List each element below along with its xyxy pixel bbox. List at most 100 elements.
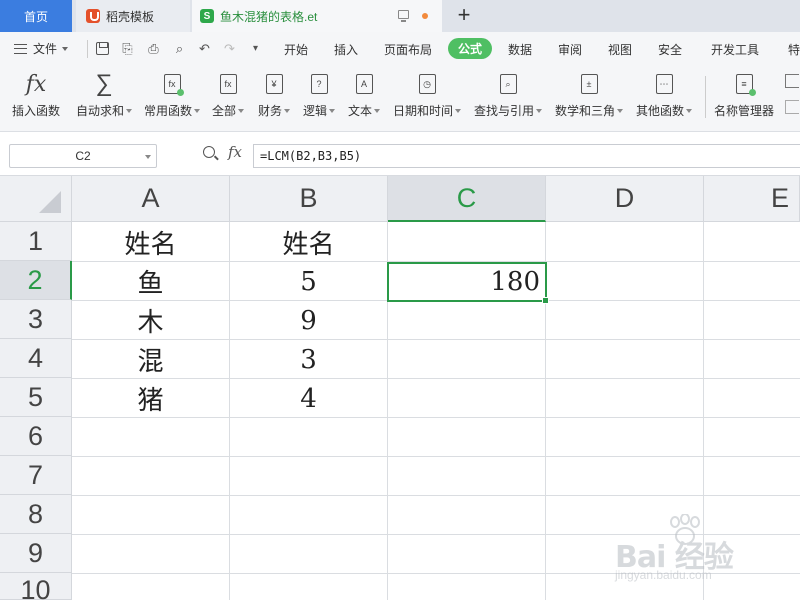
column-header-c[interactable]: C	[388, 176, 546, 222]
row-header-4[interactable]: 4	[0, 339, 72, 378]
cell-b4[interactable]: 3	[230, 340, 387, 379]
column-header-d[interactable]: D	[546, 176, 704, 222]
function-doc-icon: fx	[216, 70, 240, 98]
cell-a4[interactable]: 混	[72, 340, 229, 379]
name-box-value: C2	[75, 149, 91, 163]
ribbon-label: 查找与引用	[474, 104, 535, 118]
menu-tab-security[interactable]: 安全	[658, 41, 682, 58]
ribbon-label: 名称管理器	[714, 104, 775, 118]
column-header-a[interactable]: A	[72, 176, 230, 222]
cell-a2[interactable]: 鱼	[72, 262, 229, 301]
common-functions-button[interactable]: fx 常用函数	[144, 70, 201, 126]
lookup-button[interactable]: ⌕ 查找与引用	[474, 70, 543, 126]
menu-tab-formula[interactable]: 公式	[448, 38, 492, 59]
menu-tab-special[interactable]: 特	[788, 41, 800, 58]
redo-icon[interactable]: ↷	[222, 41, 237, 56]
daoke-logo-icon	[86, 9, 100, 23]
cell-a1[interactable]: 姓名	[72, 223, 229, 262]
name-box[interactable]: C2	[9, 144, 157, 168]
menu-tab-developer[interactable]: 开发工具	[711, 41, 759, 58]
tab-file-label: 鱼木混猪的表格.et	[220, 9, 318, 24]
row-header-1[interactable]: 1	[0, 222, 72, 261]
menu-tab-review[interactable]: 审阅	[558, 41, 582, 58]
cell-b5[interactable]: 4	[230, 379, 387, 418]
save-icon[interactable]	[96, 42, 109, 55]
cell-a3[interactable]: 木	[72, 301, 229, 340]
clock-icon: ◷	[415, 70, 439, 98]
formula-bar: C2 fx =LCM(B2,B3,B5)	[0, 132, 800, 176]
cell-b2[interactable]: 5	[230, 262, 387, 301]
monitor-icon[interactable]	[398, 10, 409, 22]
menu-tab-start[interactable]: 开始	[284, 41, 308, 58]
row-header-8[interactable]: 8	[0, 495, 72, 534]
menu-tab-insert[interactable]: 插入	[334, 41, 358, 58]
formula-text: =LCM(B2,B3,B5)	[260, 149, 362, 163]
ribbon-label: 插入函数	[12, 104, 61, 118]
fx-icon[interactable]: fx	[228, 143, 242, 161]
export-icon[interactable]: ⎘	[120, 41, 135, 56]
row-header-9[interactable]: 9	[0, 534, 72, 573]
yen-icon: ¥	[262, 70, 286, 98]
spreadsheet-icon: S	[200, 9, 214, 23]
zoom-icon[interactable]	[203, 146, 215, 158]
magnifier-doc-icon: ⌕	[496, 70, 520, 98]
menu-tab-data[interactable]: 数据	[508, 41, 532, 58]
divider	[705, 76, 706, 118]
formula-ribbon: fx 插入函数 ∑ 自动求和 fx 常用函数 fx 全部 ¥ 财务 ? 逻辑 A…	[0, 66, 800, 132]
cell-b3[interactable]: 9	[230, 301, 387, 340]
row-header-7[interactable]: 7	[0, 456, 72, 495]
selected-cell-border	[387, 262, 549, 304]
menu-tab-page-layout[interactable]: 页面布局	[384, 41, 432, 58]
datetime-button[interactable]: ◷ 日期和时间	[393, 70, 462, 126]
chevron-down-icon	[145, 155, 151, 159]
tab-home[interactable]: 首页	[0, 0, 72, 32]
ribbon-label: 日期和时间	[393, 104, 454, 118]
all-functions-button[interactable]: fx 全部	[212, 70, 245, 126]
print-preview-icon[interactable]: ⌕	[172, 41, 187, 56]
ribbon-label: 其他函数	[636, 104, 685, 118]
menu-row: 文件 ⎘ ⎙ ⌕ ↶ ↷ ▾ 开始 插入 页面布局 公式 数据 审阅 视图 安全…	[0, 32, 800, 66]
column-header-b[interactable]: B	[230, 176, 388, 222]
ribbon-label: 财务	[258, 104, 283, 118]
new-tab-button[interactable]: +	[455, 4, 473, 26]
ribbon-label: 文本	[348, 104, 373, 118]
file-menu-button[interactable]: 文件	[14, 40, 69, 57]
column-header-e[interactable]: E	[704, 176, 800, 222]
row-header-6[interactable]: 6	[0, 417, 72, 456]
watermark-url: jingyan.baidu.com	[615, 568, 712, 582]
row-header-2[interactable]: 2	[0, 261, 72, 300]
select-all-button[interactable]	[0, 176, 72, 222]
formula-input[interactable]: =LCM(B2,B3,B5)	[253, 144, 800, 168]
financial-button[interactable]: ¥ 财务	[258, 70, 291, 126]
file-menu-label: 文件	[33, 42, 58, 56]
grid-line	[72, 456, 800, 457]
print-icon[interactable]: ⎙	[146, 41, 161, 56]
name-manager-icon: ≡	[732, 70, 756, 98]
undo-icon[interactable]: ↶	[197, 41, 212, 56]
logical-button[interactable]: ? 逻辑	[303, 70, 336, 126]
row-header-3[interactable]: 3	[0, 300, 72, 339]
math-trig-button[interactable]: ± 数学和三角	[555, 70, 624, 126]
table-icon[interactable]	[785, 74, 799, 88]
paste-name-icon[interactable]	[785, 100, 799, 114]
customize-icon[interactable]: ▾	[248, 41, 263, 56]
name-manager-button[interactable]: ≡ 名称管理器	[714, 70, 774, 126]
tab-daoke[interactable]: 稻壳模板	[76, 0, 190, 32]
text-button[interactable]: A 文本	[348, 70, 381, 126]
ribbon-label: 全部	[212, 104, 237, 118]
menu-tab-view[interactable]: 视图	[608, 41, 632, 58]
fx-icon: fx	[25, 71, 47, 97]
unsaved-dot-icon	[422, 13, 428, 19]
row-header-10[interactable]: 10	[0, 573, 72, 600]
cell-b1[interactable]: 姓名	[230, 223, 387, 262]
row-header-5[interactable]: 5	[0, 378, 72, 417]
other-functions-button[interactable]: ⋯ 其他函数	[636, 70, 693, 126]
cell-a5[interactable]: 猪	[72, 379, 229, 418]
insert-function-button[interactable]: fx 插入函数	[12, 70, 60, 126]
divider	[87, 40, 88, 58]
ribbon-label: 逻辑	[303, 104, 328, 118]
hamburger-icon	[14, 43, 27, 54]
autosum-button[interactable]: ∑ 自动求和	[76, 70, 133, 126]
ribbon-label: 数学和三角	[555, 104, 616, 118]
text-a-icon: A	[352, 70, 376, 98]
